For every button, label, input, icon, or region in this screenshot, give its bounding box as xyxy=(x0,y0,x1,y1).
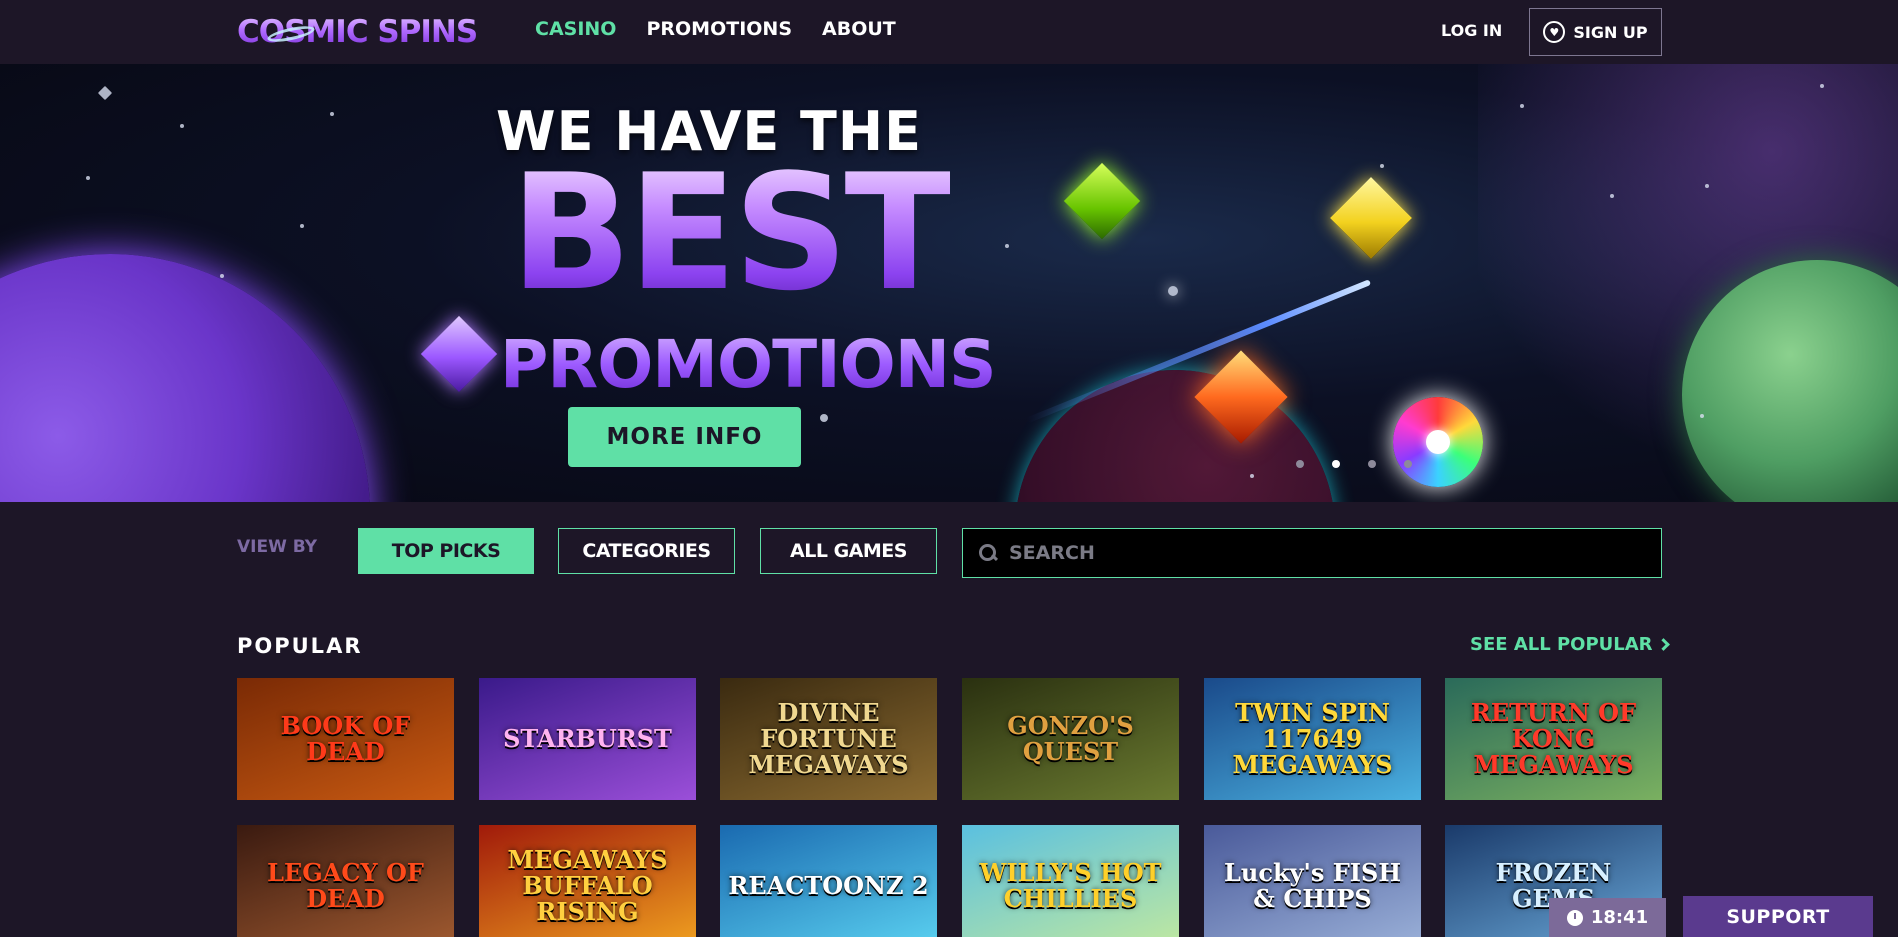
carousel-dot[interactable] xyxy=(1296,460,1304,468)
game-title: BOOK OF DEAD xyxy=(280,711,411,766)
login-button[interactable]: LOG IN xyxy=(1441,21,1502,40)
star xyxy=(820,414,828,422)
clock-time: 18:41 xyxy=(1590,907,1649,928)
game-title: WILLY'S HOT CHILLIES xyxy=(979,858,1162,913)
top-header: COSMIC SPINS CASINO PROMOTIONS ABOUT LOG… xyxy=(0,0,1898,64)
star xyxy=(180,124,184,128)
violet-gem-image xyxy=(420,315,498,393)
game-title: STARBURST xyxy=(503,724,672,753)
game-title: LEGACY OF DEAD xyxy=(267,858,424,913)
signup-button[interactable]: ♥ SIGN UP xyxy=(1529,8,1662,56)
signup-label: SIGN UP xyxy=(1573,22,1648,42)
star xyxy=(1005,244,1009,248)
logo[interactable]: COSMIC SPINS xyxy=(237,12,509,52)
game-tile[interactable]: DIVINE FORTUNE MEGAWAYS xyxy=(720,678,937,800)
game-tile[interactable]: REACTOONZ 2 xyxy=(720,825,937,937)
star xyxy=(300,224,304,228)
yellow-gem-image xyxy=(1329,176,1413,260)
carousel-dot[interactable] xyxy=(1368,460,1376,468)
star xyxy=(330,112,334,116)
game-tile[interactable]: STARBURST xyxy=(479,678,696,800)
game-title: Lucky's FISH & CHIPS xyxy=(1224,858,1401,913)
see-all-popular-link[interactable]: SEE ALL POPULAR xyxy=(1470,634,1670,655)
game-title: TWIN SPIN 117649 MEGAWAYS xyxy=(1232,698,1393,779)
star xyxy=(1380,164,1384,168)
logo-text: COSMIC SPINS xyxy=(237,14,478,50)
star xyxy=(97,85,113,101)
game-tile[interactable]: WILLY'S HOT CHILLIES xyxy=(962,825,1179,937)
star xyxy=(220,274,224,278)
game-tile[interactable]: MEGAWAYS BUFFALO RISING xyxy=(479,825,696,937)
main-nav: CASINO PROMOTIONS ABOUT xyxy=(535,18,896,40)
user-plus-icon: ♥ xyxy=(1543,21,1566,43)
casino-page: COSMIC SPINS CASINO PROMOTIONS ABOUT LOG… xyxy=(0,0,1898,937)
game-title: RETURN OF KONG MEGAWAYS xyxy=(1470,698,1637,779)
nav-promotions[interactable]: PROMOTIONS xyxy=(646,18,792,40)
star xyxy=(86,176,90,180)
star xyxy=(1168,286,1178,296)
clock-widget: 18:41 xyxy=(1549,898,1666,937)
green-gem-image xyxy=(1063,162,1141,240)
star xyxy=(1705,184,1709,188)
tab-all-games[interactable]: ALL GAMES xyxy=(760,528,937,574)
tab-categories[interactable]: CATEGORIES xyxy=(558,528,735,574)
carousel-dot-active[interactable] xyxy=(1332,460,1340,468)
view-by-label: VIEW BY xyxy=(237,537,318,557)
see-all-label: SEE ALL POPULAR xyxy=(1470,634,1653,655)
hero-heading-line3: PROMOTIONS xyxy=(500,326,997,403)
search-icon xyxy=(979,544,997,562)
star-gem-image xyxy=(1393,397,1483,487)
clock-icon xyxy=(1566,909,1583,926)
dark-planet-image xyxy=(1015,370,1335,502)
game-tile[interactable]: GONZO'S QUEST xyxy=(962,678,1179,800)
star xyxy=(1820,84,1824,88)
nav-about[interactable]: ABOUT xyxy=(822,18,896,40)
tab-top-picks[interactable]: TOP PICKS xyxy=(358,528,534,574)
nav-casino[interactable]: CASINO xyxy=(535,18,616,40)
game-tile[interactable]: RETURN OF KONG MEGAWAYS xyxy=(1445,678,1662,800)
game-title: MEGAWAYS BUFFALO RISING xyxy=(507,845,668,926)
support-button[interactable]: SUPPORT xyxy=(1683,896,1873,937)
hero-heading-line2: BEST xyxy=(510,139,954,326)
search-input[interactable] xyxy=(1009,542,1609,564)
more-info-button[interactable]: MORE INFO xyxy=(568,407,801,467)
game-tile[interactable]: Lucky's FISH & CHIPS xyxy=(1204,825,1421,937)
star xyxy=(1700,414,1704,418)
search-box[interactable] xyxy=(962,528,1662,578)
section-title-popular: POPULAR xyxy=(237,634,363,658)
game-title: GONZO'S QUEST xyxy=(1007,711,1134,766)
game-tile[interactable]: TWIN SPIN 117649 MEGAWAYS xyxy=(1204,678,1421,800)
star xyxy=(1250,474,1254,478)
purple-planet-image xyxy=(0,254,370,502)
game-title: REACTOONZ 2 xyxy=(728,871,929,900)
game-title: DIVINE FORTUNE MEGAWAYS xyxy=(748,698,909,779)
game-tile[interactable]: LEGACY OF DEAD xyxy=(237,825,454,937)
carousel-dot[interactable] xyxy=(1404,460,1412,468)
star xyxy=(1610,194,1614,198)
game-tile[interactable]: BOOK OF DEAD xyxy=(237,678,454,800)
star xyxy=(1520,104,1524,108)
carousel-dots xyxy=(1296,460,1412,468)
chevron-right-icon xyxy=(1656,638,1670,651)
